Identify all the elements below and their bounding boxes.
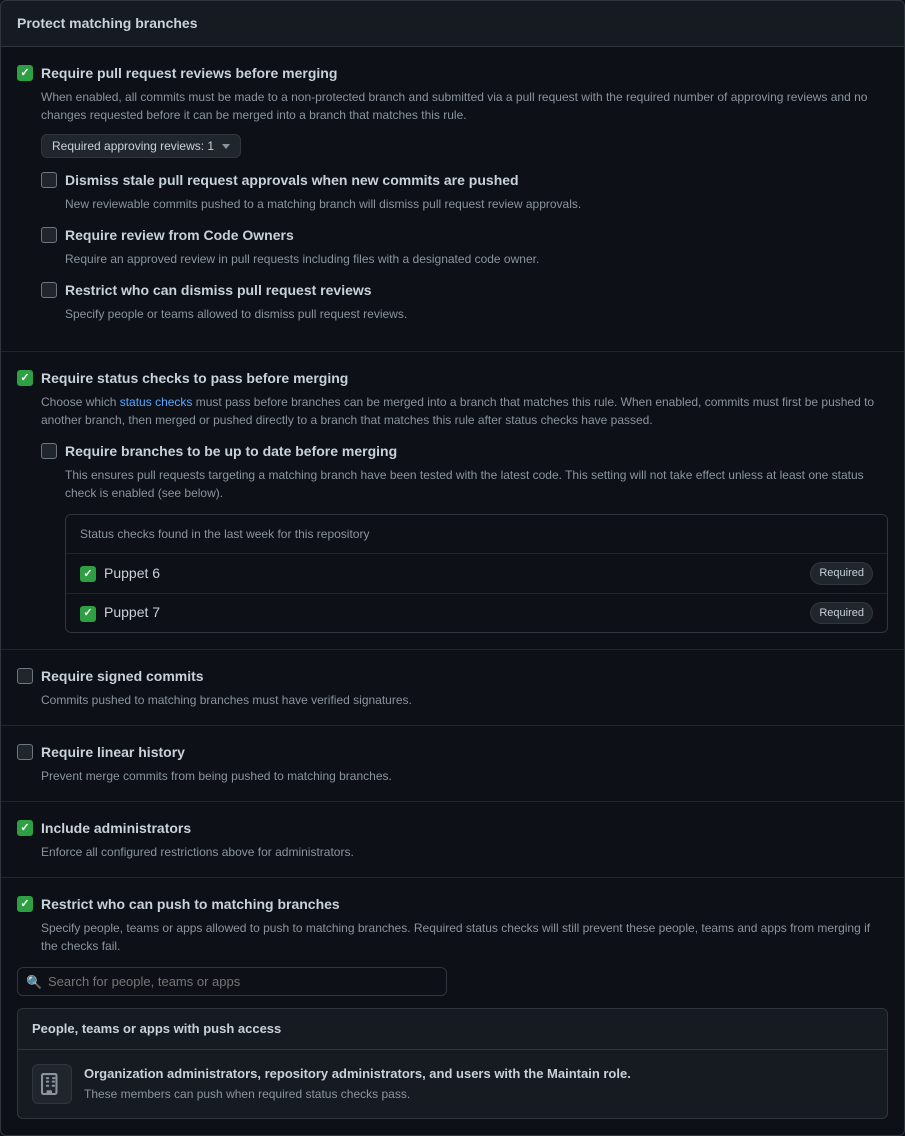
main-content: Require pull request reviews before merg…	[0, 47, 905, 1136]
people-box-header: People, teams or apps with push access	[18, 1009, 887, 1050]
org-icon	[32, 1064, 72, 1104]
pull-request-sub-options: Dismiss stale pull request approvals whe…	[41, 170, 888, 323]
signed-commits-title-row: Require signed commits	[17, 666, 888, 687]
puppet6-left: Puppet 6	[80, 563, 160, 584]
dismiss-stale-title: Dismiss stale pull request approvals whe…	[65, 170, 519, 191]
restrict-push-description: Specify people, teams or apps allowed to…	[41, 919, 888, 955]
status-checks-link[interactable]: status checks	[120, 395, 193, 409]
puppet6-label: Puppet 6	[104, 563, 160, 584]
people-item-text: Organization administrators, repository …	[84, 1064, 873, 1104]
include-admins-title-row: Include administrators	[17, 818, 888, 839]
linear-history-title-row: Require linear history	[17, 742, 888, 763]
linear-history-checkbox[interactable]	[17, 744, 33, 760]
people-box-item: Organization administrators, repository …	[18, 1050, 887, 1118]
required-approving-reviews-dropdown[interactable]: Required approving reviews: 1	[41, 134, 241, 158]
dropdown-label: Required approving reviews: 1	[52, 139, 214, 153]
pull-request-reviews-section: Require pull request reviews before merg…	[1, 47, 904, 352]
dismiss-stale-title-row: Dismiss stale pull request approvals whe…	[41, 170, 888, 191]
signed-commits-title: Require signed commits	[41, 666, 204, 687]
require-code-owners-title: Require review from Code Owners	[65, 225, 294, 246]
include-admins-section: Include administrators Enforce all confi…	[1, 802, 904, 878]
up-to-date-description: This ensures pull requests targeting a m…	[65, 466, 888, 502]
puppet6-checkbox[interactable]	[80, 566, 96, 582]
include-admins-title: Include administrators	[41, 818, 191, 839]
require-code-owners-title-row: Require review from Code Owners	[41, 225, 888, 246]
pull-request-reviews-title-row: Require pull request reviews before merg…	[17, 63, 888, 84]
page-container: Protect matching branches Require pull r…	[0, 0, 905, 1136]
puppet7-left: Puppet 7	[80, 602, 160, 623]
signed-commits-description: Commits pushed to matching branches must…	[41, 691, 888, 709]
up-to-date-title-row: Require branches to be up to date before…	[41, 441, 888, 462]
dismiss-stale-option: Dismiss stale pull request approvals whe…	[41, 170, 888, 213]
people-item-title: Organization administrators, repository …	[84, 1064, 873, 1084]
dismiss-stale-description: New reviewable commits pushed to a match…	[65, 195, 888, 213]
status-checks-description: Choose which status checks must pass bef…	[41, 393, 888, 429]
include-admins-description: Enforce all configured restrictions abov…	[41, 843, 888, 861]
up-to-date-option: Require branches to be up to date before…	[41, 441, 888, 502]
restrict-push-title-row: Restrict who can push to matching branch…	[17, 894, 888, 915]
restrict-push-title: Restrict who can push to matching branch…	[41, 894, 340, 915]
dismiss-stale-checkbox[interactable]	[41, 172, 57, 188]
people-box: People, teams or apps with push access O…	[17, 1008, 888, 1119]
status-checks-checkbox[interactable]	[17, 370, 33, 386]
signed-commits-section: Require signed commits Commits pushed to…	[1, 650, 904, 726]
search-input[interactable]	[17, 967, 447, 996]
require-code-owners-option: Require review from Code Owners Require …	[41, 225, 888, 268]
restrict-dismiss-description: Specify people or teams allowed to dismi…	[65, 305, 888, 323]
restrict-dismiss-title-row: Restrict who can dismiss pull request re…	[41, 280, 888, 301]
restrict-dismiss-checkbox[interactable]	[41, 282, 57, 298]
pull-request-reviews-title: Require pull request reviews before merg…	[41, 63, 337, 84]
pull-request-reviews-checkbox[interactable]	[17, 65, 33, 81]
pull-request-reviews-description: When enabled, all commits must be made t…	[41, 88, 888, 124]
status-checks-title: Require status checks to pass before mer…	[41, 368, 348, 389]
section-title: Protect matching branches	[17, 15, 198, 31]
signed-commits-checkbox[interactable]	[17, 668, 33, 684]
restrict-dismiss-title: Restrict who can dismiss pull request re…	[65, 280, 372, 301]
puppet7-required-badge: Required	[810, 602, 873, 625]
require-code-owners-checkbox[interactable]	[41, 227, 57, 243]
status-checks-title-row: Require status checks to pass before mer…	[17, 368, 888, 389]
section-header: Protect matching branches	[0, 0, 905, 47]
restrict-push-checkbox[interactable]	[17, 896, 33, 912]
linear-history-section: Require linear history Prevent merge com…	[1, 726, 904, 802]
up-to-date-checkbox[interactable]	[41, 443, 57, 459]
linear-history-description: Prevent merge commits from being pushed …	[41, 767, 888, 785]
search-container: 🔍	[17, 967, 888, 996]
up-to-date-title: Require branches to be up to date before…	[65, 441, 397, 462]
status-check-puppet7: Puppet 7 Required	[66, 594, 887, 633]
status-checks-section: Require status checks to pass before mer…	[1, 352, 904, 650]
status-checks-sub-options: Require branches to be up to date before…	[41, 441, 888, 633]
puppet6-required-badge: Required	[810, 562, 873, 585]
restrict-dismiss-option: Restrict who can dismiss pull request re…	[41, 280, 888, 323]
status-checks-box: Status checks found in the last week for…	[65, 514, 888, 633]
require-code-owners-description: Require an approved review in pull reque…	[65, 250, 888, 268]
puppet7-checkbox[interactable]	[80, 606, 96, 622]
status-checks-box-header: Status checks found in the last week for…	[66, 515, 887, 554]
restrict-push-section: Restrict who can push to matching branch…	[1, 878, 904, 1135]
puppet7-label: Puppet 7	[104, 602, 160, 623]
include-admins-checkbox[interactable]	[17, 820, 33, 836]
status-check-puppet6: Puppet 6 Required	[66, 554, 887, 594]
people-item-desc: These members can push when required sta…	[84, 1085, 873, 1103]
chevron-down-icon	[222, 144, 230, 149]
linear-history-title: Require linear history	[41, 742, 185, 763]
